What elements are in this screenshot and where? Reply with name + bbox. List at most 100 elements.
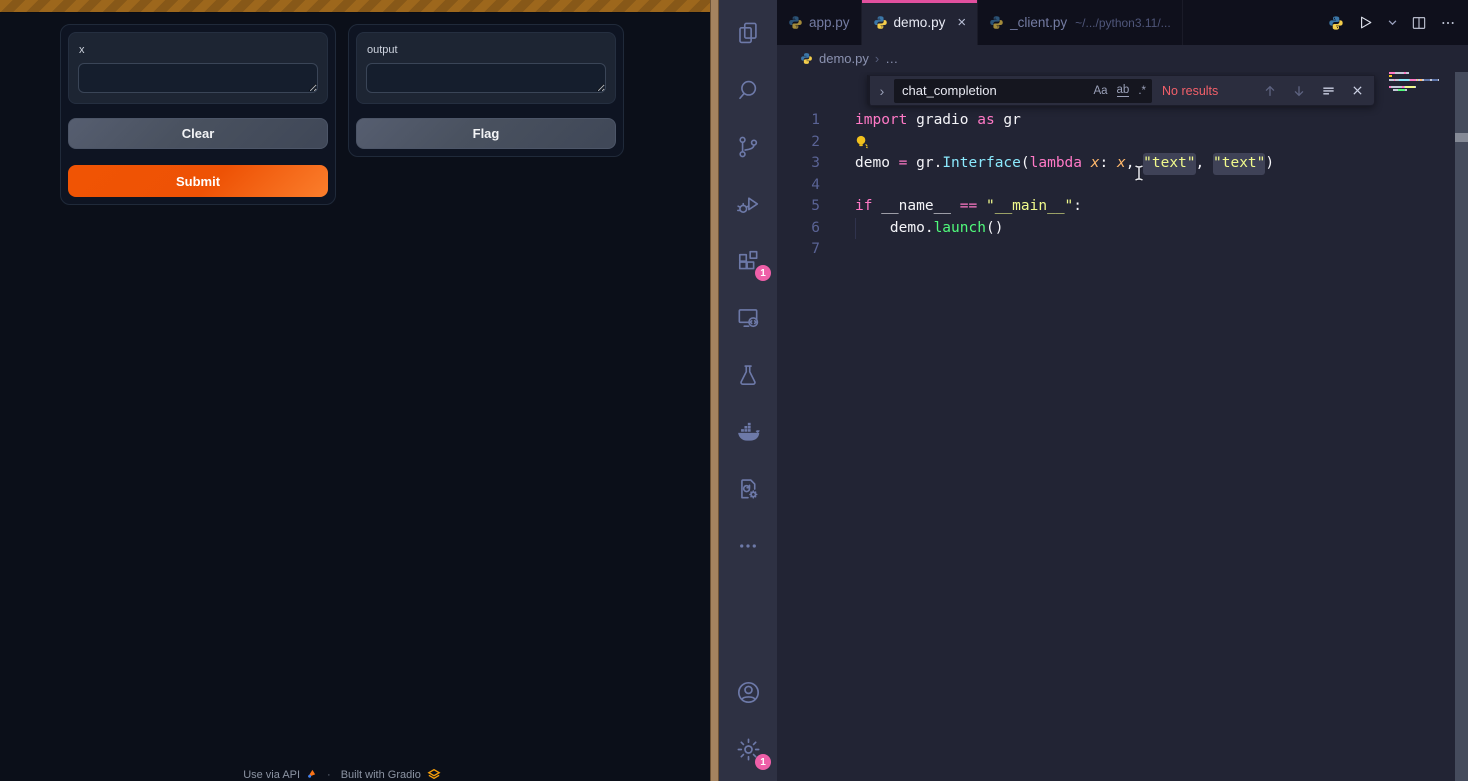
input-form: x Clear Submit — [60, 24, 336, 205]
use-via-api-link[interactable]: Use via API — [243, 769, 300, 781]
line-content: if __name__ == "__main__": — [820, 196, 1082, 218]
line-content — [820, 132, 868, 154]
tab-label: _client.py — [1010, 15, 1067, 30]
minimap[interactable] — [1389, 72, 1447, 96]
activity-run-debug-icon[interactable] — [719, 175, 777, 232]
activity-explorer-icon[interactable] — [719, 4, 777, 61]
next-match-button[interactable] — [1292, 84, 1306, 98]
tab-app.py[interactable]: app.py — [777, 0, 862, 45]
code-token: ) — [1265, 153, 1274, 175]
submit-button[interactable]: Submit — [68, 165, 328, 197]
code-line[interactable]: 1import gradio as gr — [777, 110, 1468, 132]
scrollbar-thumb[interactable] — [1455, 133, 1468, 142]
breadcrumb-file[interactable]: demo.py — [819, 51, 869, 66]
code-token: : — [1073, 196, 1082, 218]
code-token: "text" — [1213, 153, 1265, 175]
code-token: "__main__" — [986, 196, 1073, 218]
python-file-icon — [873, 15, 888, 30]
find-in-selection-button[interactable] — [1321, 83, 1336, 98]
code-token: "text" — [1143, 153, 1195, 175]
code-token: , — [1196, 153, 1213, 175]
output-textarea[interactable] — [366, 63, 606, 93]
whole-word-button[interactable]: ab — [1117, 84, 1130, 97]
run-python-file-button[interactable] — [1357, 14, 1374, 31]
tab-bar: app.py demo.py×_client.py~/.../python3.11… — [777, 0, 1468, 45]
python-file-icon — [788, 15, 803, 30]
lightbulb-code-action-icon[interactable] — [855, 134, 868, 150]
minimap-line — [1389, 93, 1447, 95]
breadcrumb[interactable]: demo.py › … — [777, 45, 1468, 72]
code-token: ( — [1021, 153, 1030, 175]
toggle-replace-chevron-icon[interactable]: › — [874, 83, 890, 99]
code-line[interactable]: 2 — [777, 132, 1468, 154]
line-content — [820, 175, 855, 197]
built-with-gradio-link[interactable]: Built with Gradio — [341, 769, 421, 781]
activity-search-icon[interactable] — [719, 61, 777, 118]
activity-account-icon[interactable] — [719, 664, 777, 721]
activity-more-views-icon[interactable] — [719, 517, 777, 574]
progress-bar — [0, 0, 710, 13]
editor-actions — [1328, 0, 1468, 45]
code-lines[interactable]: 1import gradio as gr23demo = gr.Interfac… — [777, 110, 1468, 261]
activity-settings-icon[interactable]: 1 — [719, 721, 777, 778]
code-line[interactable]: 7 — [777, 239, 1468, 261]
split-editor-button[interactable] — [1411, 15, 1427, 31]
activity-remote-explorer-icon[interactable] — [719, 289, 777, 346]
line-number: 3 — [777, 153, 820, 175]
activity-extensions-icon[interactable]: 1 — [719, 232, 777, 289]
code-token — [977, 196, 986, 218]
clear-button[interactable]: Clear — [68, 118, 328, 149]
match-case-button[interactable]: Aa — [1093, 85, 1107, 97]
code-token: import — [855, 110, 907, 132]
find-widget: › chat_completion Aa ab .* No results — [867, 75, 1375, 106]
activity-bar-spacer — [719, 574, 777, 664]
run-dropdown-chevron-icon[interactable] — [1387, 17, 1398, 28]
code-token: x — [1117, 153, 1126, 175]
code-token — [855, 218, 890, 240]
code-line[interactable]: 6 demo.launch() — [777, 218, 1468, 240]
tab-label: app.py — [809, 15, 850, 30]
code-token: lambda — [1030, 153, 1082, 175]
code-editor[interactable]: › chat_completion Aa ab .* No results — [777, 72, 1468, 781]
activity-testing-icon[interactable] — [719, 346, 777, 403]
screen: x Clear Submit output Flag Use via API ·… — [0, 0, 1468, 781]
activity-source-control-icon[interactable] — [719, 118, 777, 175]
find-query-text[interactable]: chat_completion — [902, 83, 1084, 98]
code-token: as — [977, 110, 994, 132]
line-content: import gradio as gr — [820, 110, 1021, 132]
code-token: demo. — [890, 218, 934, 240]
window-divider[interactable] — [710, 0, 719, 781]
code-token: gr — [995, 110, 1021, 132]
code-line[interactable]: 3demo = gr.Interface(lambda x: x, "text"… — [777, 153, 1468, 175]
tab-_client.py[interactable]: _client.py~/.../python3.11/... — [978, 0, 1183, 45]
flag-button[interactable]: Flag — [356, 118, 616, 149]
settings-badge: 1 — [755, 754, 771, 770]
line-content — [820, 239, 855, 261]
python-file-icon — [800, 52, 813, 65]
x-textarea[interactable] — [78, 63, 318, 93]
find-results-status: No results — [1162, 84, 1218, 98]
tab-demo.py[interactable]: demo.py× — [862, 0, 979, 45]
close-find-button[interactable] — [1351, 84, 1364, 97]
vscode-pane: 1 1 app.pydemo.py×_client.py~/.../python… — [719, 0, 1468, 781]
minimap-line — [1389, 86, 1447, 88]
window-edge-scrollbar[interactable] — [1455, 72, 1468, 781]
activity-task-runner-icon[interactable] — [719, 460, 777, 517]
gradio-app-pane: x Clear Submit output Flag Use via API ·… — [0, 0, 710, 781]
previous-match-button[interactable] — [1263, 84, 1277, 98]
minimap-line — [1389, 72, 1447, 74]
breadcrumb-more[interactable]: … — [885, 51, 898, 66]
close-tab-icon[interactable]: × — [957, 14, 966, 31]
editor-more-actions-button[interactable] — [1440, 15, 1456, 31]
minimap-line — [1389, 89, 1447, 91]
regex-button[interactable]: .* — [1138, 85, 1146, 97]
code-token: x — [1091, 153, 1100, 175]
code-token: gr. — [907, 153, 942, 175]
find-input[interactable]: chat_completion Aa ab .* — [894, 79, 1152, 103]
activity-docker-icon[interactable] — [719, 403, 777, 460]
code-line[interactable]: 5if __name__ == "__main__": — [777, 196, 1468, 218]
activity-bar-bottom: 1 — [719, 664, 777, 781]
gradio-logo-icon — [427, 768, 441, 781]
code-line[interactable]: 4 — [777, 175, 1468, 197]
python-logo-icon — [1328, 15, 1344, 31]
